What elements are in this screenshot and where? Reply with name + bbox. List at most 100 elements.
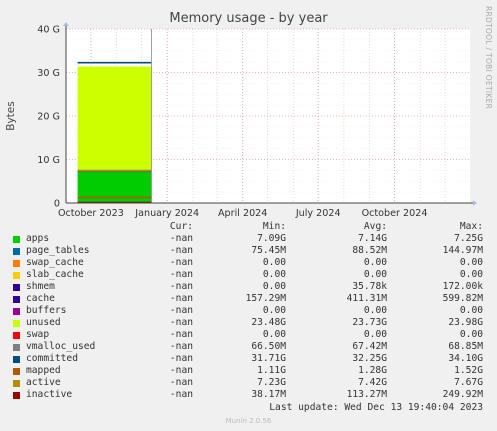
legend-row-mapped: mapped -nan 1.11G 1.28G 1.52G xyxy=(0,365,497,377)
legend-avg: 23.73G xyxy=(352,317,387,328)
legend-row-vmalloc_used: vmalloc_used -nan 66.50M 67.42M 68.85M xyxy=(0,341,497,353)
legend-min: 38.17M xyxy=(251,389,286,400)
legend-swatch xyxy=(13,332,20,339)
legend-avg: 88.52M xyxy=(352,245,387,256)
last-update: Last update: Wed Dec 13 19:40:04 2023 xyxy=(269,402,483,413)
legend-swatch xyxy=(13,236,20,243)
legend-max: 23.98G xyxy=(448,317,483,328)
legend-header-cur: Cur: xyxy=(169,221,193,232)
legend-cur: -nan xyxy=(169,341,193,352)
legend-avg: 7.42G xyxy=(358,377,387,388)
legend-swatch xyxy=(13,344,20,351)
legend-name: committed xyxy=(26,353,78,364)
legend-max: 172.00k xyxy=(442,281,483,292)
legend-max: 249.92M xyxy=(442,389,483,400)
x-tick-label: July 2024 xyxy=(295,208,341,219)
legend-swatch xyxy=(13,392,20,399)
y-tick-label: 20 G xyxy=(37,112,60,123)
legend-cur: -nan xyxy=(169,233,193,244)
legend-max: 1.52G xyxy=(454,365,483,376)
x-tick-label: October 2024 xyxy=(362,208,428,219)
legend-avg: 32.25G xyxy=(352,353,387,364)
legend-min: 75.45M xyxy=(251,245,286,256)
legend-swatch xyxy=(13,284,20,291)
legend-row-swap: swap -nan 0.00 0.00 0.00 xyxy=(0,329,497,341)
memory-chart: 010 G20 G30 G40 GOctober 2023 January 202… xyxy=(5,22,477,219)
legend-min: 1.11G xyxy=(257,365,286,376)
legend-min: 0.00 xyxy=(262,329,286,340)
legend-min: 0.00 xyxy=(262,281,286,292)
legend-min: 66.50M xyxy=(251,341,286,352)
legend-cur: -nan xyxy=(169,257,193,268)
legend-avg: 0.00 xyxy=(363,257,387,268)
legend-max: 599.82M xyxy=(442,293,483,304)
legend-name: swap_cache xyxy=(26,257,84,268)
area-page_tables xyxy=(77,171,152,173)
legend-name: active xyxy=(26,377,61,388)
legend-header-min: Min: xyxy=(262,221,286,232)
legend-row-apps: apps -nan 7.09G 7.14G 7.25G xyxy=(0,233,497,245)
legend-avg: 1.28G xyxy=(358,365,387,376)
y-axis-arrow xyxy=(63,22,69,26)
legend-name: slab_cache xyxy=(26,269,84,280)
legend-min: 157.29M xyxy=(245,293,286,304)
legend-name: page_tables xyxy=(26,245,90,256)
legend-swatch xyxy=(13,380,20,387)
legend-swatch xyxy=(13,260,20,267)
x-tick-label: April 2024 xyxy=(218,208,267,219)
legend-avg: 0.00 xyxy=(363,305,387,316)
x-axis-arrow xyxy=(473,200,477,206)
x-tick-label: January 2024 xyxy=(134,208,199,219)
legend-row-inactive: inactive -nan 38.17M 113.27M 249.92M xyxy=(0,389,497,401)
legend-min: 0.00 xyxy=(262,269,286,280)
legend-swatch xyxy=(13,272,20,279)
legend-min: 31.71G xyxy=(251,353,286,364)
legend-cur: -nan xyxy=(169,365,193,376)
legend-min: 7.23G xyxy=(257,377,286,388)
legend-row-cache: cache -nan 157.29M 411.31M 599.82M xyxy=(0,293,497,305)
legend-row-shmem: shmem -nan 0.00 35.78k 172.00k xyxy=(0,281,497,293)
legend-swatch xyxy=(13,356,20,363)
legend-swatch xyxy=(13,320,20,327)
y-axis-label: Bytes xyxy=(5,101,17,130)
legend-row-buffers: buffers -nan 0.00 0.00 0.00 xyxy=(0,305,497,317)
legend-cur: -nan xyxy=(169,329,193,340)
munin-version: Munin 2.0.56 xyxy=(225,417,272,425)
legend-name: apps xyxy=(26,233,50,244)
y-tick-label: 10 G xyxy=(37,155,60,166)
legend-name: swap xyxy=(26,329,50,340)
legend-max: 144.97M xyxy=(442,245,483,256)
legend-swatch xyxy=(13,308,20,315)
area-unused xyxy=(77,66,152,170)
legend-cur: -nan xyxy=(169,281,193,292)
legend-swatch xyxy=(13,368,20,375)
legend-max: 0.00 xyxy=(459,305,483,316)
legend-row-unused: unused -nan 23.48G 23.73G 23.98G xyxy=(0,317,497,329)
legend-min: 0.00 xyxy=(262,305,286,316)
legend-name: unused xyxy=(26,317,61,328)
legend-min: 23.48G xyxy=(251,317,286,328)
y-tick-label: 40 G xyxy=(37,25,60,36)
legend-avg: 67.42M xyxy=(352,341,387,352)
legend-header: Cur: Min: Avg: Max: xyxy=(0,221,497,233)
legend-avg: 0.00 xyxy=(363,329,387,340)
x-tick-label: October 2023 xyxy=(58,208,124,219)
legend-max: 0.00 xyxy=(459,257,483,268)
legend-row-committed: committed -nan 31.71G 32.25G 34.10G xyxy=(0,353,497,365)
legend-swatch xyxy=(13,296,20,303)
legend-swatch xyxy=(13,248,20,255)
legend-avg: 113.27M xyxy=(346,389,387,400)
legend-row-active: active -nan 7.23G 7.42G 7.67G xyxy=(0,377,497,389)
y-tick-label: 30 G xyxy=(37,68,60,79)
legend-row-swap_cache: swap_cache -nan 0.00 0.00 0.00 xyxy=(0,257,497,269)
legend-cur: -nan xyxy=(169,269,193,280)
legend-cur: -nan xyxy=(169,305,193,316)
area-apps xyxy=(77,171,152,203)
legend-avg: 35.78k xyxy=(352,281,387,292)
legend-header-max: Max: xyxy=(459,221,483,232)
legend-cur: -nan xyxy=(169,353,193,364)
legend-min: 7.09G xyxy=(257,233,286,244)
legend-avg: 7.14G xyxy=(358,233,387,244)
legend-row-page_tables: page_tables -nan 75.45M 88.52M 144.97M xyxy=(0,245,497,257)
legend-cur: -nan xyxy=(169,377,193,388)
